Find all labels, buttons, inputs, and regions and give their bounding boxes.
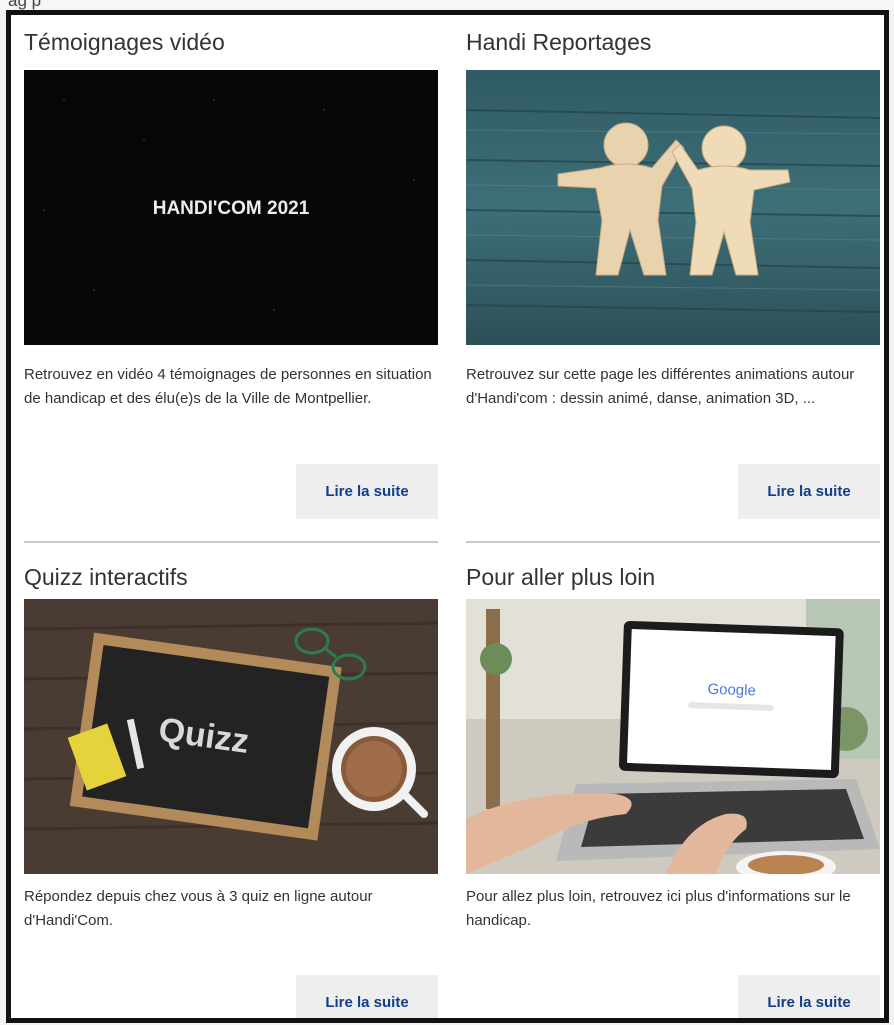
video-title-text: HANDI'COM 2021 <box>153 198 310 219</box>
card-title: Témoignages vidéo <box>24 29 225 55</box>
card-interactive-quizzes: Quizz interactifs Quizz Répondez depuis … <box>24 563 438 1018</box>
card-video-testimonials: Témoignages vidéo HANDI'COM 2021 Retrouv… <box>24 28 438 528</box>
card-handi-reportages: Handi Reportages Retrouvez sur cette pag… <box>466 28 880 528</box>
content-frame: Témoignages vidéo HANDI'COM 2021 Retrouv… <box>6 10 889 1023</box>
card-description: Pour allez plus loin, retrouvez ici plus… <box>466 888 851 929</box>
card-image-go-further[interactable]: Google <box>466 599 880 874</box>
card-title: Pour aller plus loin <box>466 564 656 590</box>
card-description: Répondez depuis chez vous à 3 quiz en li… <box>24 888 373 929</box>
card-image-video[interactable]: HANDI'COM 2021 <box>24 70 438 345</box>
read-more-button[interactable]: Lire la suite <box>738 464 880 519</box>
read-more-button[interactable]: Lire la suite <box>738 975 880 1018</box>
section-divider <box>466 541 880 543</box>
card-title: Quizz interactifs <box>24 564 188 590</box>
cropped-header-text: ag p <box>8 0 42 10</box>
card-image-quiz[interactable]: Quizz <box>24 599 438 874</box>
card-image-reportages[interactable] <box>466 70 880 345</box>
google-logo-text: Google <box>707 681 756 700</box>
read-more-button[interactable]: Lire la suite <box>296 975 438 1018</box>
card-description: Retrouvez sur cette page les différentes… <box>466 366 855 407</box>
read-more-button[interactable]: Lire la suite <box>296 464 438 519</box>
section-divider <box>24 541 438 543</box>
card-description: Retrouvez en vidéo 4 témoignages de pers… <box>24 366 432 407</box>
card-go-further: Pour aller plus loin Google Pour allez p… <box>466 563 880 1018</box>
cropped-header-strip: ag p <box>0 0 894 10</box>
card-title: Handi Reportages <box>466 29 652 55</box>
